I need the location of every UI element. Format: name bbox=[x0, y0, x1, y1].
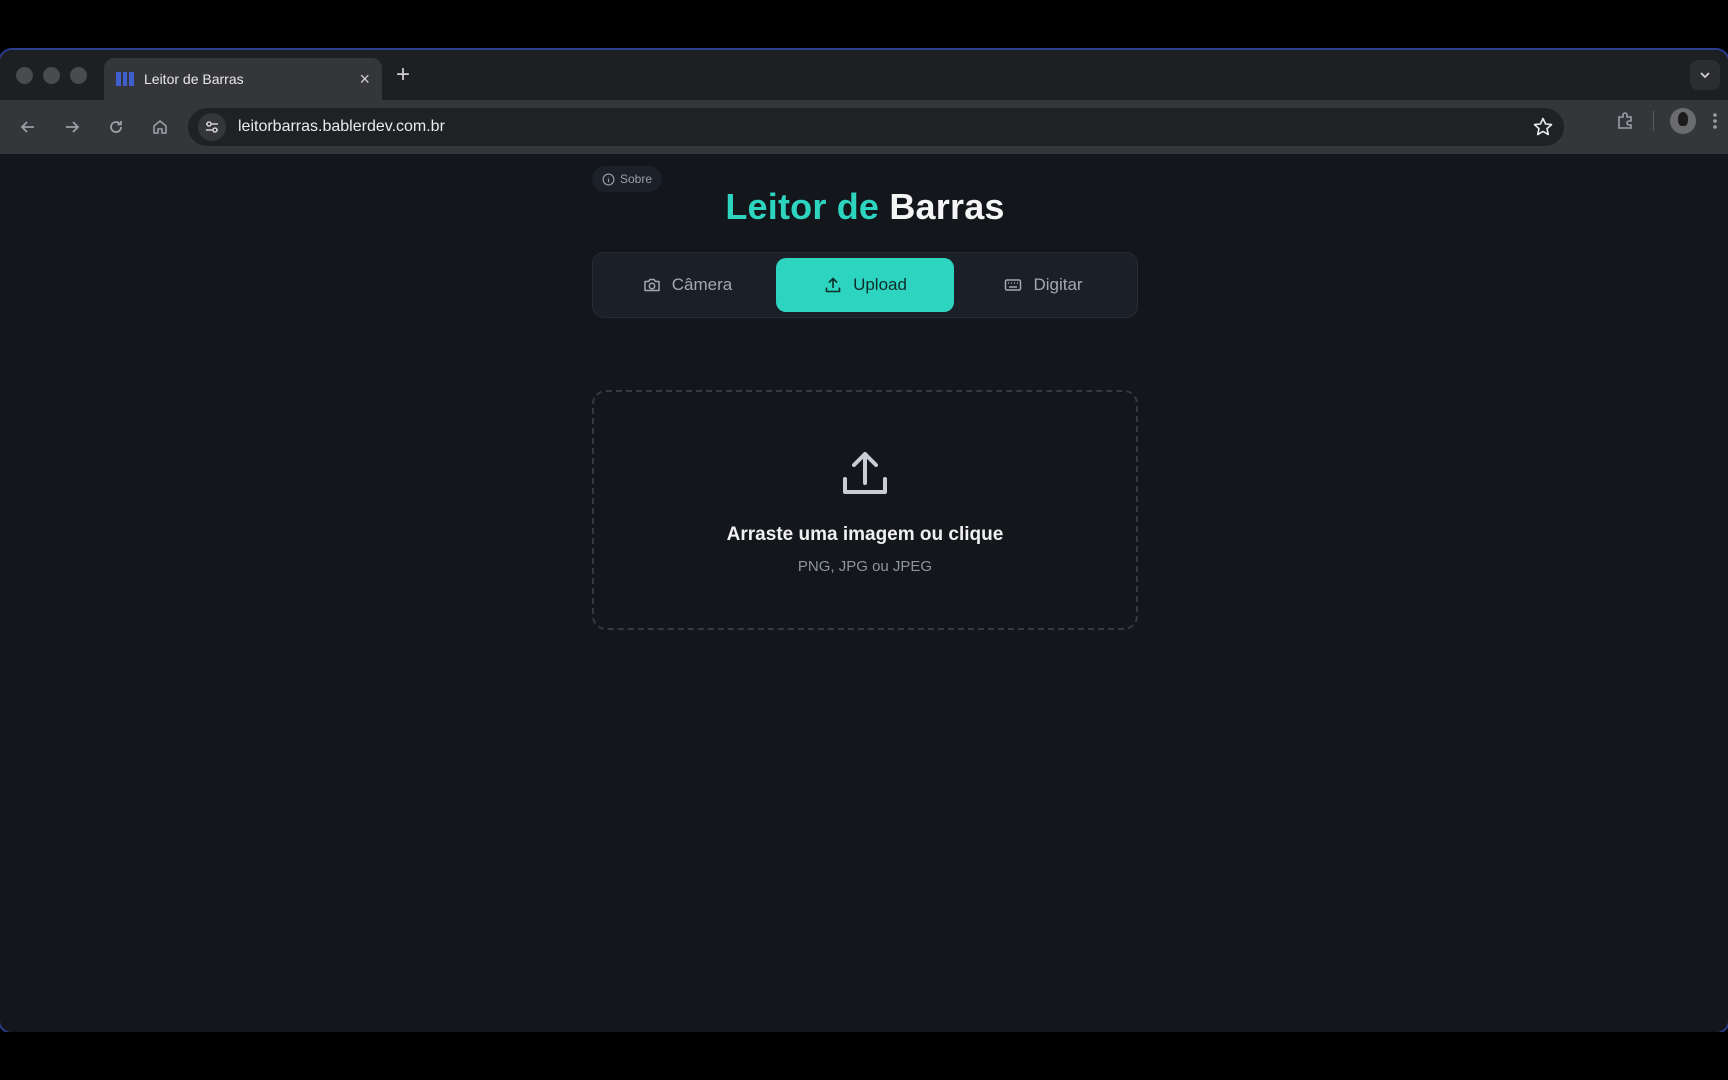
tab-type-label: Digitar bbox=[1033, 275, 1083, 294]
new-tab-button[interactable]: + bbox=[396, 62, 410, 88]
camera-icon bbox=[644, 278, 660, 292]
browser-window: Leitor de Barras × + leitorbarras.babler… bbox=[0, 50, 1728, 1032]
browser-tab[interactable]: Leitor de Barras × bbox=[104, 58, 382, 100]
profile-avatar[interactable] bbox=[1670, 108, 1696, 134]
dropzone-subtitle: PNG, JPG ou JPEG bbox=[797, 558, 933, 575]
tune-icon bbox=[206, 121, 218, 133]
reload-button[interactable] bbox=[94, 105, 138, 149]
chevron-down-icon bbox=[1700, 72, 1710, 79]
title-accent: Leitor de bbox=[725, 186, 880, 227]
toolbar-divider bbox=[1653, 111, 1654, 131]
keyboard-icon bbox=[1005, 279, 1022, 291]
favicon-icon bbox=[116, 72, 135, 86]
address-bar[interactable]: leitorbarras.bablerdev.com.br bbox=[188, 108, 1564, 146]
page-title: Leitor de Barras bbox=[592, 186, 1138, 228]
arrow-left-icon bbox=[20, 121, 34, 133]
tab-type[interactable]: Digitar bbox=[954, 258, 1132, 312]
window-controls bbox=[16, 67, 87, 84]
tab-camera-label: Câmera bbox=[671, 275, 733, 294]
tab-strip: Leitor de Barras × + bbox=[0, 50, 1728, 100]
maximize-window-button[interactable] bbox=[70, 67, 87, 84]
upload-dropzone[interactable]: Arraste uma imagem ou clique PNG, JPG ou… bbox=[592, 390, 1138, 630]
home-button[interactable] bbox=[138, 105, 182, 149]
arrow-right-icon bbox=[66, 121, 80, 133]
close-window-button[interactable] bbox=[16, 67, 33, 84]
upload-icon bbox=[825, 277, 841, 293]
more-vert-icon[interactable] bbox=[1712, 111, 1718, 131]
tab-title: Leitor de Barras bbox=[144, 71, 244, 87]
extensions-icon[interactable] bbox=[1615, 110, 1637, 132]
star-icon[interactable] bbox=[1532, 116, 1554, 138]
url-text[interactable]: leitorbarras.bablerdev.com.br bbox=[238, 118, 1532, 136]
upload-icon bbox=[843, 452, 887, 494]
title-plain: Barras bbox=[889, 186, 1005, 227]
tab-upload-label: Upload bbox=[853, 275, 907, 294]
mode-tabs: Câmera Upload Digitar bbox=[592, 252, 1138, 318]
tab-close-icon[interactable]: × bbox=[359, 70, 370, 88]
toolbar-actions bbox=[1615, 108, 1718, 134]
about-label: Sobre bbox=[620, 172, 653, 186]
reload-icon bbox=[110, 121, 122, 133]
browser-toolbar: leitorbarras.bablerdev.com.br bbox=[0, 100, 1728, 154]
minimize-window-button[interactable] bbox=[43, 67, 60, 84]
site-info-button[interactable] bbox=[198, 113, 226, 141]
dropzone-title: Arraste uma imagem ou clique bbox=[726, 524, 1004, 545]
info-icon bbox=[602, 173, 615, 185]
forward-button[interactable] bbox=[50, 105, 94, 149]
page-content: Sobre Leitor de Barras Câmera Upload Dig… bbox=[0, 154, 1728, 1032]
tab-search-button[interactable] bbox=[1690, 60, 1720, 90]
tab-upload[interactable]: Upload bbox=[776, 258, 954, 312]
back-button[interactable] bbox=[6, 105, 50, 149]
screen-bottom-bar bbox=[0, 1032, 1728, 1080]
home-icon bbox=[153, 119, 167, 134]
tab-camera[interactable]: Câmera bbox=[598, 258, 776, 312]
